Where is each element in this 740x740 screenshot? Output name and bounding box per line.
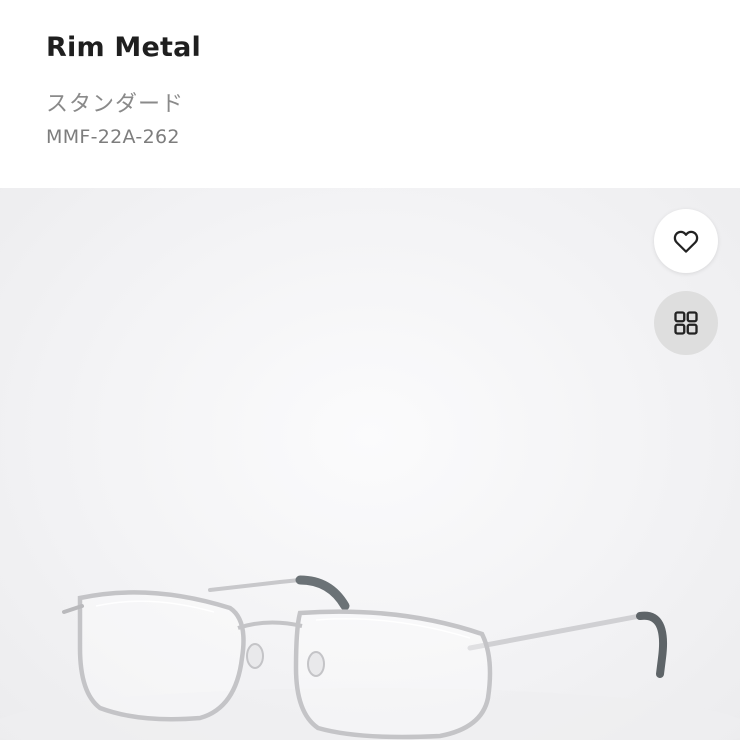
view-toggle-button[interactable] <box>654 291 718 355</box>
grid-icon <box>674 311 698 335</box>
product-name: Rim Metal <box>46 32 201 63</box>
eyeglasses-image <box>0 575 740 740</box>
product-header: Rim Metal スタンダード MMF-22A-262 <box>0 0 740 188</box>
heart-icon <box>673 230 699 253</box>
product-category: スタンダード <box>46 92 185 117</box>
product-model-code: MMF-22A-262 <box>46 126 180 148</box>
favorite-button[interactable] <box>654 209 718 273</box>
